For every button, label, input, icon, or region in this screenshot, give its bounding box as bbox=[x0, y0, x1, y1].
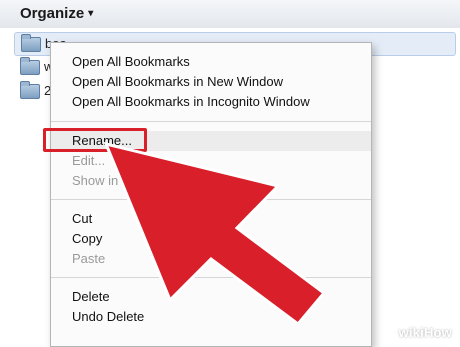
organize-label: Organize bbox=[20, 5, 85, 22]
menu-item-open-all[interactable]: Open All Bookmarks bbox=[51, 52, 371, 72]
menu-separator bbox=[51, 121, 371, 122]
menu-item-label: Open All Bookmarks in New Window bbox=[72, 74, 283, 89]
watermark: wikiHow bbox=[398, 325, 452, 340]
chevron-down-icon: ▾ bbox=[88, 8, 94, 19]
organize-menu-button[interactable]: Organize ▾ bbox=[20, 5, 93, 22]
folder-icon bbox=[20, 81, 40, 99]
folder-icon bbox=[21, 34, 41, 52]
menu-item-open-all-incognito[interactable]: Open All Bookmarks in Incognito Window bbox=[51, 92, 371, 112]
toolbar: Organize ▾ bbox=[0, 0, 460, 29]
folder-icon bbox=[20, 57, 40, 75]
menu-item-label: Cut bbox=[72, 211, 93, 226]
menu-item-label: Copy bbox=[72, 231, 103, 246]
menu-item-label: Open All Bookmarks in Incognito Window bbox=[72, 94, 310, 109]
menu-item-label: Open All Bookmarks bbox=[72, 54, 190, 69]
menu-item-open-all-new-window[interactable]: Open All Bookmarks in New Window bbox=[51, 72, 371, 92]
pointer-arrow-icon bbox=[103, 141, 327, 327]
